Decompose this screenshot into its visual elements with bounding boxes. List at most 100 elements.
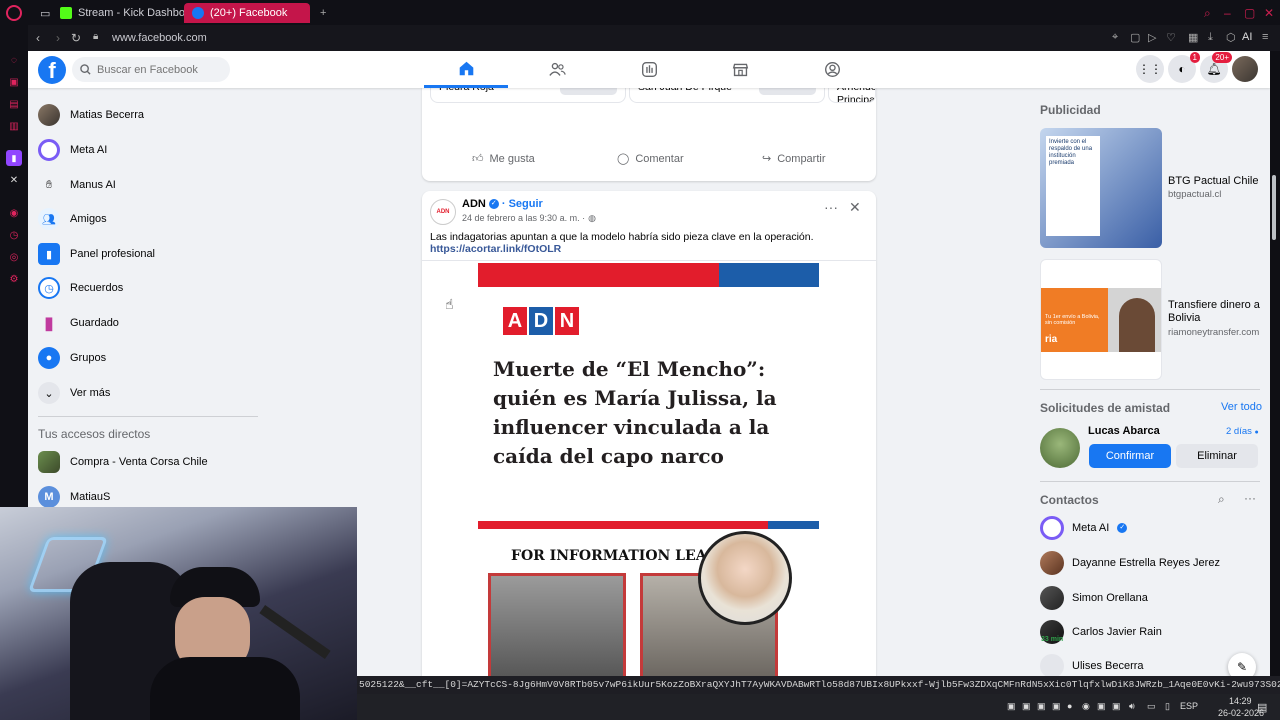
history-icon[interactable]: ◷ (6, 227, 22, 243)
page-scrollbar[interactable] (1272, 175, 1276, 240)
tab-marketplace[interactable] (698, 51, 782, 88)
volume-icon[interactable]: 🔊︎ (1129, 701, 1135, 712)
influencer-photo (698, 531, 792, 625)
crypto-wallet-icon[interactable]: ▤ (6, 96, 22, 112)
search-input[interactable] (97, 63, 217, 76)
page-avatar[interactable]: ADN (430, 199, 456, 225)
cube-icon[interactable]: ⬡ (1226, 31, 1236, 44)
tray-app-icon[interactable]: ● (1067, 701, 1072, 711)
tray-app-icon[interactable]: ▣ (1112, 701, 1121, 712)
tray-app-icon[interactable]: ▣ (1037, 701, 1046, 712)
menu-grid-button[interactable]: ⋮⋮ (1136, 55, 1164, 83)
messenger-button[interactable]: ◐ 1 (1168, 52, 1200, 83)
confirm-button[interactable]: Confirmar (1089, 444, 1171, 468)
account-avatar[interactable] (1232, 56, 1258, 82)
ad-image-text: Tu 1er envío a Bolivia, sin comisión (1045, 314, 1100, 326)
search-contacts-icon[interactable]: ⌕ (1218, 492, 1225, 507)
minimize-icon[interactable]: – (1224, 6, 1231, 20)
follow-link[interactable]: · Seguir (502, 198, 543, 210)
facebook-logo-icon[interactable]: f (38, 56, 66, 84)
avatar[interactable] (1040, 428, 1080, 468)
avatar (1040, 654, 1064, 676)
search-tabs-icon[interactable]: ⌕ (1204, 6, 1211, 21)
shortcut-label: Compra - Venta Corsa Chile (70, 456, 208, 468)
ad-image-btg[interactable]: Invierte con el respaldo de una instituc… (1040, 128, 1162, 248)
extensions-icon[interactable]: ▦ (1188, 31, 1198, 44)
post-date[interactable]: 24 de febrero a las 9:30 a. m. · (462, 213, 585, 224)
snapshot-icon[interactable]: ▢ (1130, 31, 1140, 44)
battery-icon[interactable]: ▯ (1165, 701, 1170, 712)
tray-app-icon[interactable]: ▣ (1097, 701, 1106, 712)
tray-app-icon[interactable]: ▣ (1007, 701, 1016, 712)
ad-image-ria[interactable]: Tu 1er envío a Bolivia, sin comisión ria (1040, 259, 1162, 380)
close-icon[interactable]: ✕ (849, 199, 861, 216)
share-button[interactable]: ↪ Compartir (762, 152, 826, 166)
mail-icon[interactable]: ▥ (6, 118, 22, 134)
contact-item[interactable]: Dayanne Estrella Reyes Jerez (1040, 548, 1220, 578)
downloads-icon[interactable]: ◎ (6, 249, 22, 265)
url-field[interactable]: www.facebook.com (112, 32, 207, 44)
contact-item[interactable]: Ulises Becerra (1040, 651, 1144, 676)
sidebar-item-friends[interactable]: 👥︎ Amigos (38, 204, 107, 234)
see-all-link[interactable]: Ver todo (1221, 401, 1262, 413)
sidebar-item-professional-dashboard[interactable]: ▮ Panel profesional (38, 239, 155, 269)
opera-logo-icon[interactable] (6, 5, 22, 21)
tab-watch[interactable] (607, 51, 691, 88)
delete-button[interactable]: Eliminar (1176, 444, 1258, 468)
shortcut-item[interactable]: Compra - Venta Corsa Chile (38, 447, 208, 477)
notification-center-icon[interactable]: ▤ (1257, 701, 1267, 714)
contact-item[interactable]: Meta AI ✓ (1040, 513, 1128, 543)
like-button[interactable]: 👍︎ Me gusta (472, 152, 535, 166)
heart-icon[interactable]: ♡ (1166, 31, 1176, 44)
compose-icon: ✎ (1236, 660, 1248, 674)
more-options-icon[interactable]: ··· (1244, 491, 1256, 505)
pin-icon[interactable]: ⌖ (1112, 31, 1118, 44)
settings-icon[interactable]: ⚙ (6, 271, 22, 287)
player-icon[interactable]: ◉ (6, 205, 22, 221)
sidebar-item-memories[interactable]: ◷ Recuerdos (38, 273, 123, 303)
sidebar-item-manus-ai[interactable]: ✋︎ Manus AI (38, 170, 116, 200)
new-tab-button[interactable]: + (312, 3, 334, 23)
maximize-icon[interactable]: ▢ (1244, 6, 1255, 20)
post-image[interactable]: ADN Muerte de “El Mencho”: quién es Marí… (478, 263, 819, 676)
tab-facebook[interactable]: (20+) Facebook (184, 3, 310, 23)
comment-button[interactable]: ◯ Comentar (617, 152, 684, 166)
sidebar-item-profile[interactable]: Matias Becerra (38, 100, 144, 130)
tray-app-icon[interactable]: ▣ (1052, 701, 1061, 712)
tab-friends[interactable] (515, 51, 599, 88)
ad-title[interactable]: BTG Pactual Chile (1168, 175, 1258, 187)
new-message-button[interactable]: ✎ (1228, 653, 1256, 676)
sidebar-item-meta-ai[interactable]: Meta AI (38, 135, 107, 165)
download-icon[interactable]: ⤓ (1208, 31, 1213, 44)
close-window-icon[interactable]: ✕ (1264, 6, 1274, 20)
request-name[interactable]: Lucas Abarca (1088, 425, 1160, 437)
search-box[interactable] (72, 57, 230, 82)
back-icon[interactable]: ‹ (36, 31, 40, 45)
ad-title[interactable]: Transfiere dinero a Bolivia (1168, 299, 1268, 325)
post-author[interactable]: ADN (462, 198, 486, 210)
tab-home[interactable] (424, 51, 508, 88)
tab-profile[interactable] (790, 51, 874, 88)
network-icon[interactable]: ▭ (1147, 701, 1156, 712)
sidebar-item-groups[interactable]: ● Grupos (38, 343, 106, 373)
messenger-badge: 1 (1189, 52, 1200, 63)
menu-icon[interactable]: ≡ (1262, 31, 1268, 43)
post-link[interactable]: https://acortar.link/fOtOLR (430, 243, 561, 255)
sidebar-item-saved[interactable]: ▮ Guardado (38, 308, 119, 338)
forward-icon[interactable]: › (56, 31, 60, 45)
bag-icon[interactable]: ▣ (6, 74, 22, 90)
sidebar-item-see-more[interactable]: ⌄ Ver más (38, 378, 110, 408)
ai-button[interactable]: AI (1242, 31, 1252, 43)
twitch-icon[interactable]: ▮ (6, 150, 22, 166)
more-options-icon[interactable]: ··· (824, 199, 838, 215)
tray-app-icon[interactable]: ▣ (1022, 701, 1031, 712)
clock-time[interactable]: 14:29 (1229, 696, 1252, 706)
contact-item[interactable]: Simon Orellana (1040, 583, 1148, 613)
play-icon[interactable]: ▷ (1148, 31, 1156, 44)
reload-icon[interactable]: ↻ (71, 31, 81, 45)
notifications-button[interactable]: 🔔︎ 20+ (1200, 52, 1232, 83)
x-twitter-icon[interactable]: ✕ (6, 172, 22, 188)
language-indicator[interactable]: ESP (1180, 701, 1198, 711)
steam-icon[interactable]: ◉ (1082, 701, 1090, 712)
aria-icon[interactable]: ◌ (6, 52, 22, 68)
